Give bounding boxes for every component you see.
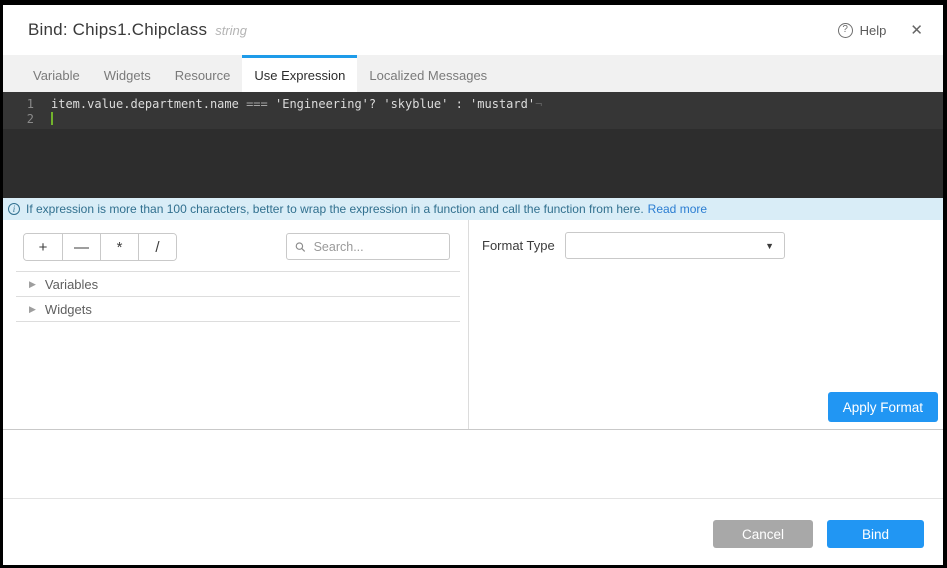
help-icon: ?: [838, 23, 853, 38]
tab-widgets[interactable]: Widgets: [92, 55, 163, 92]
search-input[interactable]: [312, 239, 441, 255]
bind-dialog: Bind: Chips1.Chipclass string ? Help ✕ V…: [3, 5, 943, 565]
search-field: [286, 233, 450, 260]
format-type-label: Format Type: [482, 238, 565, 253]
info-icon: i: [8, 203, 20, 215]
sources-tree: ▶ Variables ▶ Widgets: [16, 271, 460, 322]
tab-resource[interactable]: Resource: [163, 55, 243, 92]
caret-down-icon: ▼: [765, 241, 774, 251]
format-type-row: Format Type ▼: [482, 232, 943, 259]
minus-operator-button[interactable]: —: [62, 234, 100, 260]
info-message: If expression is more than 100 character…: [26, 202, 644, 216]
help-label: Help: [860, 23, 887, 38]
text-cursor: [51, 112, 53, 125]
code-text: [34, 112, 53, 127]
chevron-right-icon: ▶: [29, 304, 36, 315]
divide-operator-button[interactable]: /: [138, 234, 176, 260]
tree-item-label: Variables: [45, 277, 98, 292]
line-number: 1: [3, 97, 34, 112]
tree-item-label: Widgets: [45, 302, 92, 317]
tab-localized-messages[interactable]: Localized Messages: [357, 55, 499, 92]
apply-format-button[interactable]: Apply Format: [828, 392, 938, 422]
toolbar: + — * /: [3, 220, 468, 261]
tree-item-widgets[interactable]: ▶ Widgets: [16, 297, 460, 322]
tab-variable[interactable]: Variable: [21, 55, 92, 92]
help-button[interactable]: ? Help: [838, 23, 887, 38]
search-icon: [295, 241, 306, 253]
code-lines: 1 item.value.department.name === 'Engine…: [3, 92, 943, 129]
info-banner: i If expression is more than 100 charact…: [3, 198, 943, 220]
tab-label: Resource: [175, 68, 231, 83]
tree-item-variables[interactable]: ▶ Variables: [16, 272, 460, 297]
dialog-footer: Cancel Bind: [3, 498, 943, 565]
multiply-operator-button[interactable]: *: [100, 234, 138, 260]
header-actions: ? Help ✕: [838, 23, 923, 38]
operator-button-group: + — * /: [23, 233, 177, 261]
tab-label: Widgets: [104, 68, 151, 83]
tab-bar: Variable Widgets Resource Use Expression…: [3, 55, 943, 92]
page-title: Bind: Chips1.Chipclass: [28, 20, 207, 40]
main-area: + — * / ▶ Variables: [3, 220, 943, 430]
line-number: 2: [3, 112, 34, 127]
expression-code-editor[interactable]: 1 item.value.department.name === 'Engine…: [3, 92, 943, 198]
tab-use-expression[interactable]: Use Expression: [242, 55, 357, 92]
plus-operator-button[interactable]: +: [24, 234, 62, 260]
empty-area: [3, 430, 943, 498]
property-type-label: string: [215, 23, 247, 38]
tab-label: Variable: [33, 68, 80, 83]
read-more-link[interactable]: Read more: [648, 202, 707, 216]
expression-sources-panel: + — * / ▶ Variables: [3, 220, 469, 429]
format-panel: Format Type ▼ Apply Format: [469, 220, 943, 429]
cancel-button[interactable]: Cancel: [713, 520, 813, 548]
bind-button[interactable]: Bind: [827, 520, 924, 548]
tab-label: Use Expression: [254, 68, 345, 83]
format-type-select[interactable]: ▼: [565, 232, 785, 259]
code-line-1: 1 item.value.department.name === 'Engine…: [3, 97, 943, 112]
dialog-header: Bind: Chips1.Chipclass string ? Help ✕: [3, 5, 943, 55]
tab-label: Localized Messages: [369, 68, 487, 83]
trailing-whitespace-marker: ¬: [535, 97, 542, 111]
chevron-right-icon: ▶: [29, 279, 36, 290]
close-icon[interactable]: ✕: [910, 23, 923, 38]
code-text: item.value.department.name === 'Engineer…: [34, 97, 542, 112]
code-line-2: 2: [3, 112, 943, 127]
